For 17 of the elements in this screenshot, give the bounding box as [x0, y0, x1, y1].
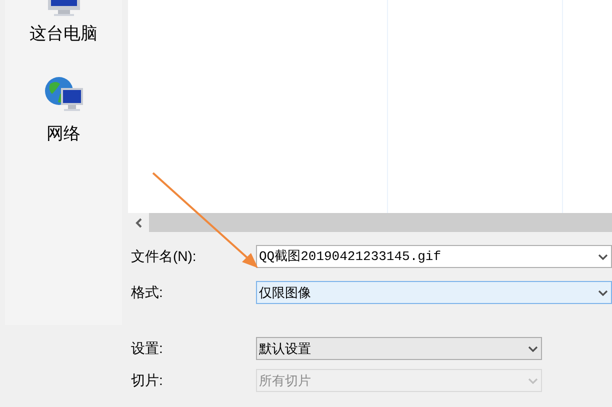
globe-monitor-icon [44, 76, 84, 112]
sidebar-item[interactable]: 网络 [46, 124, 80, 144]
dropdown-field[interactable]: QQ截图20190421233145.gif [256, 245, 612, 268]
chevron-down-icon [528, 378, 538, 384]
field-label: 文件名(N): [130, 247, 198, 266]
field-label: 格式: [130, 283, 164, 302]
chevron-down-icon [528, 346, 538, 352]
sidebar-item[interactable]: 这台电脑 [30, 24, 98, 44]
dropdown-field: 所有切片 [256, 369, 542, 392]
chevron-left-icon [135, 218, 142, 228]
horizontal-scrollbar[interactable] [128, 213, 612, 232]
dropdown-field[interactable]: 仅限图像 [256, 281, 612, 304]
chevron-down-icon [598, 254, 608, 260]
field-label: 切片: [130, 371, 164, 390]
dropdown-field[interactable]: 默认设置 [256, 337, 542, 360]
chevron-down-icon [598, 290, 608, 296]
field-label: 设置: [130, 339, 164, 358]
